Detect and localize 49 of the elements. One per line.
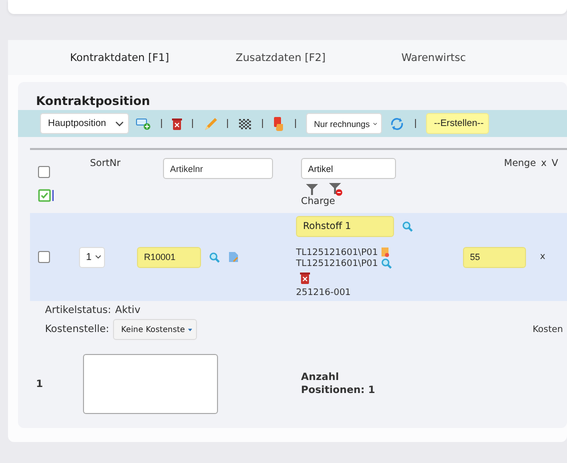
create-select[interactable]: --Erstellen-- [426, 113, 489, 134]
delete-icon[interactable] [300, 272, 310, 284]
tab[interactable]: Kontraktdaten [F1] [8, 52, 236, 64]
article-number-field[interactable]: R10001 [137, 246, 201, 268]
tab[interactable]: Warenwirtsc [401, 52, 567, 64]
delete-icon[interactable] [172, 118, 182, 130]
batch-number: 251216-001 [296, 288, 351, 298]
filter-remove-icon[interactable] [328, 182, 343, 196]
filter-icon[interactable] [305, 182, 319, 196]
column-label: Kosten [532, 324, 563, 334]
status-label: Artikelstatus: [45, 305, 112, 316]
column-header: SortNr [90, 158, 120, 169]
sort-select[interactable]: 1 [79, 246, 105, 268]
checkered-flag-icon[interactable] [238, 116, 252, 130]
cost-center-label: Kostenstelle: [45, 324, 110, 335]
document-edit-icon[interactable] [228, 251, 239, 263]
add-row-icon[interactable] [136, 118, 151, 130]
position-count: 1 [36, 378, 44, 390]
quantity-field[interactable]: 55 [463, 246, 526, 268]
tab[interactable]: Zusatzdaten [F2] [236, 52, 402, 64]
caret-icon [115, 120, 124, 126]
column-header: Menge [504, 158, 536, 169]
batch-text: TL125121601\P01 [296, 248, 378, 258]
caret-icon [94, 254, 101, 260]
row-checkbox[interactable] [38, 251, 50, 263]
filter-select[interactable]: Nur rechnungs [306, 113, 382, 134]
position-select[interactable]: Hauptposition [40, 113, 129, 134]
search-icon[interactable] [402, 221, 413, 232]
notes-field[interactable] [83, 354, 218, 414]
column-header: Charge [301, 196, 336, 207]
positions-summary: Anzahl Positionen: 1 [301, 371, 376, 397]
caret-icon [188, 328, 192, 332]
cost-center-select[interactable]: Keine Kostenste [113, 319, 198, 340]
times-sign: x [540, 158, 547, 169]
status-value: Aktiv [115, 305, 140, 316]
note-icon[interactable] [380, 247, 390, 258]
section-title: Kontraktposition [36, 94, 152, 108]
column-header: V [552, 158, 558, 169]
search-icon[interactable] [380, 258, 392, 269]
search-icon[interactable] [209, 252, 220, 262]
refresh-icon[interactable] [389, 116, 405, 132]
batch-text: TL125121601\P01 [296, 258, 378, 268]
times-sign: x [540, 252, 546, 262]
multi-select-icon[interactable] [38, 189, 55, 202]
select-all-checkbox[interactable] [38, 166, 50, 178]
article-field[interactable]: Artikel [301, 158, 396, 179]
article-number-field[interactable]: Artikelnr [163, 158, 273, 179]
caret-icon [372, 120, 377, 126]
article-field[interactable]: Rohstoff 1 [296, 216, 394, 237]
